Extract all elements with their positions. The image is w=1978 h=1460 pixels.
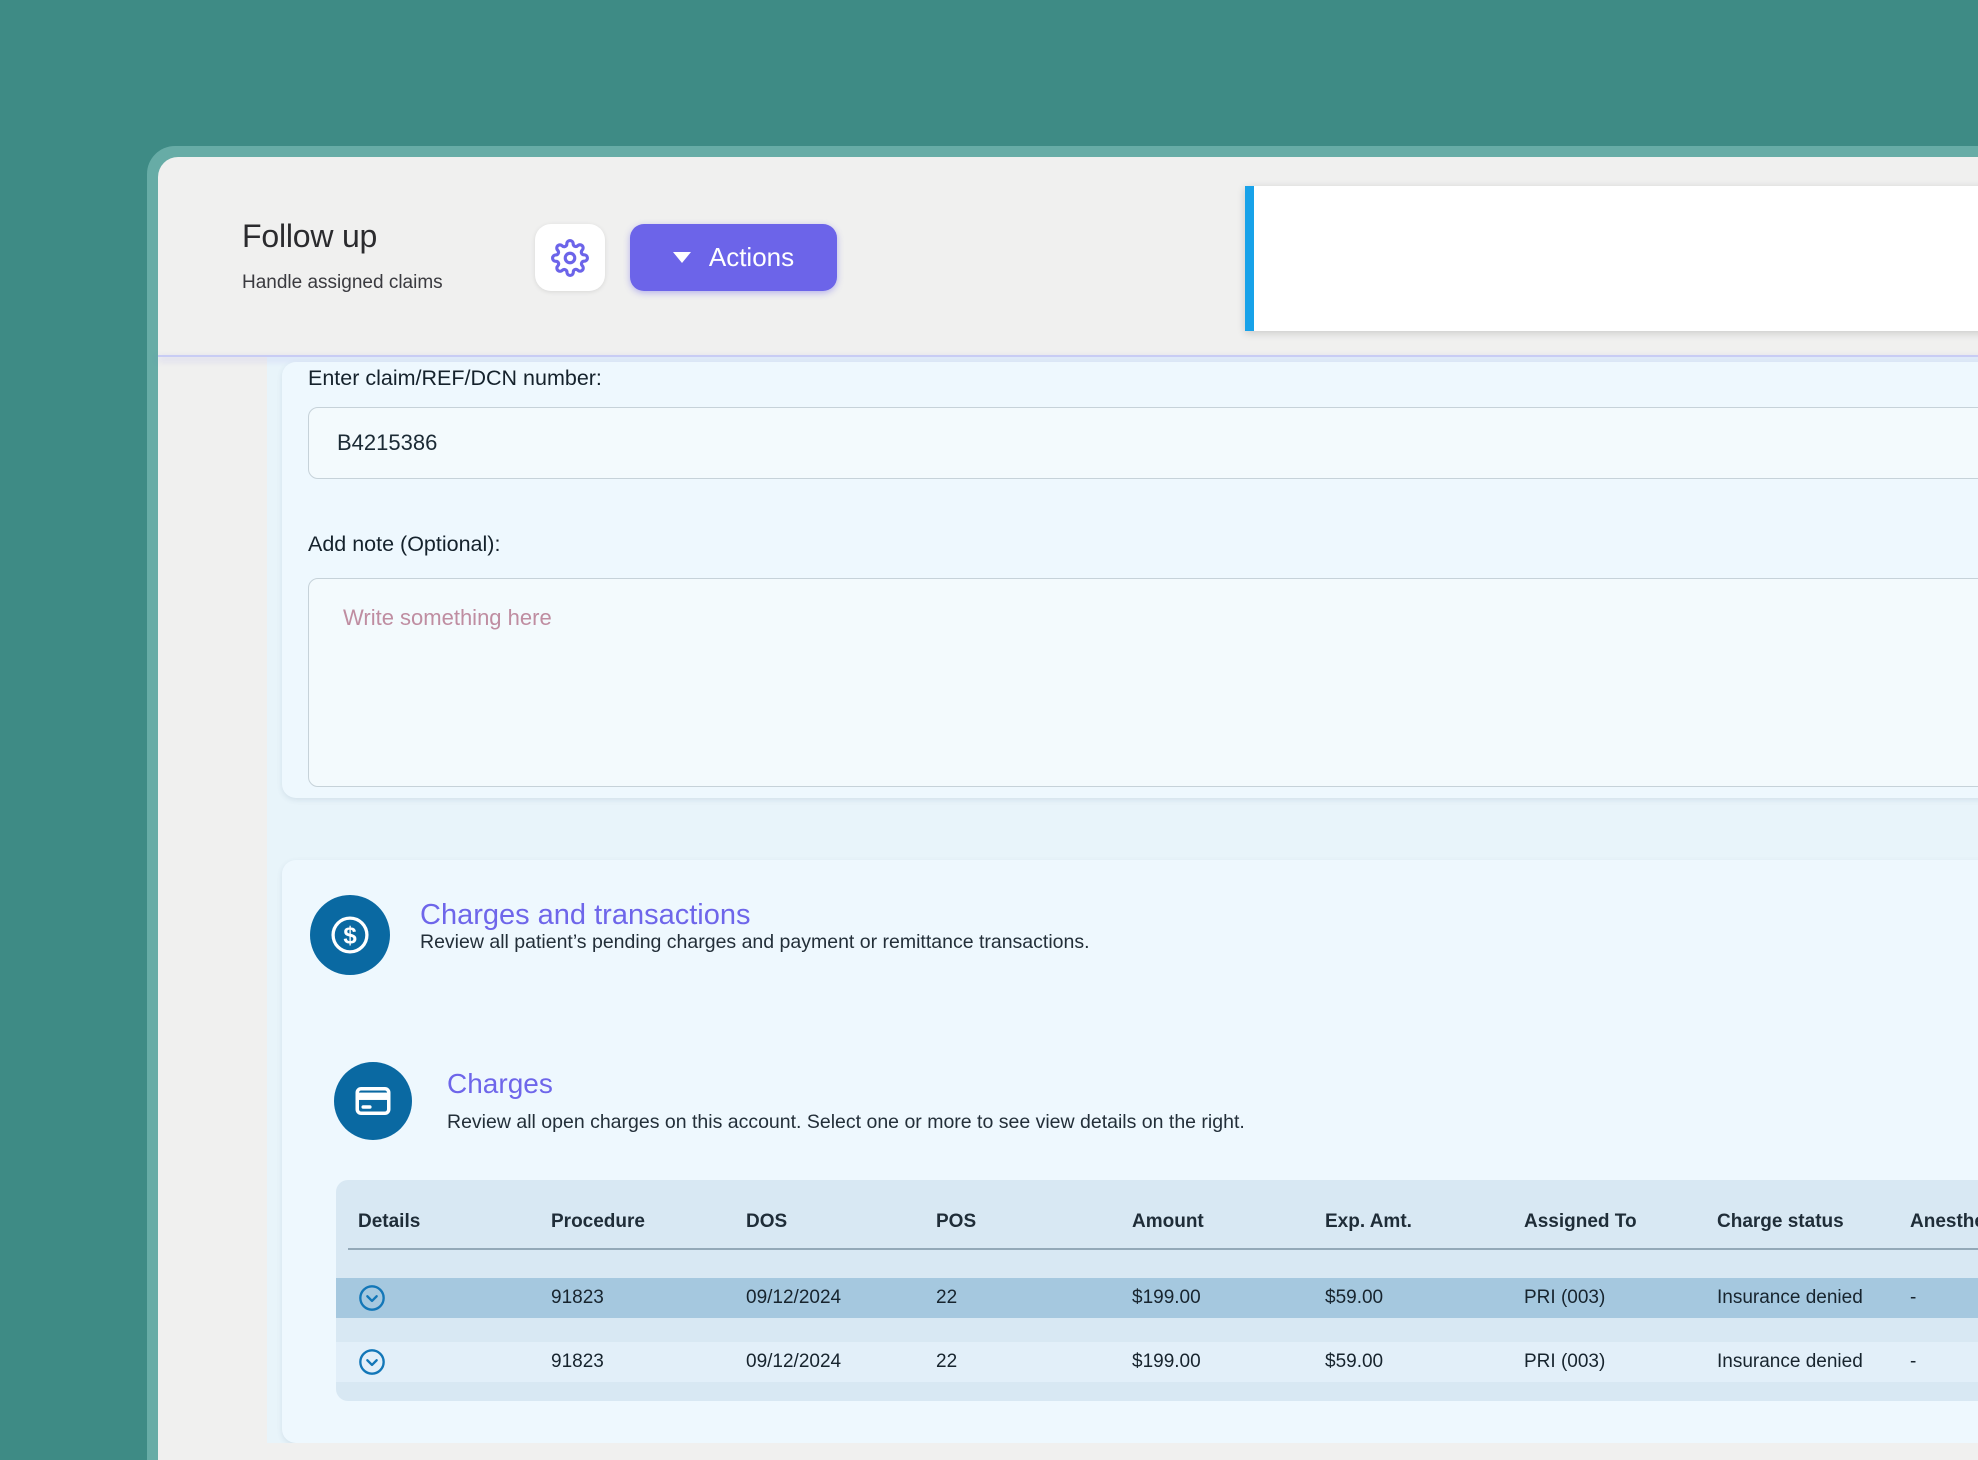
charges-transactions-title: Charges and transactions xyxy=(420,899,750,932)
caret-down-icon xyxy=(673,252,691,263)
table-row-selected[interactable]: 91823 09/12/2024 22 $199.00 $59.00 PRI (… xyxy=(336,1278,1978,1318)
patient-banner: UNI-214329385-013 MEDICAD-ILL PUBLIC AID… xyxy=(1245,186,1978,331)
charges-title: Charges xyxy=(447,1068,553,1100)
cell-amount: $199.00 xyxy=(1132,1342,1201,1382)
column-header-dos: DOS xyxy=(746,1204,787,1240)
cell-pos: 22 xyxy=(936,1278,957,1318)
page-subtitle: Handle assigned claims xyxy=(242,272,443,294)
chevron-down-circle-icon xyxy=(358,1284,386,1312)
page-title: Follow up xyxy=(242,218,377,255)
cell-procedure: 91823 xyxy=(551,1342,604,1382)
cell-anesthesia: - xyxy=(1910,1342,1916,1382)
bottom-band xyxy=(158,1443,1978,1460)
column-header-details: Details xyxy=(358,1204,420,1240)
dollar-circle-icon: $ xyxy=(310,895,390,975)
column-header-procedure: Procedure xyxy=(551,1204,645,1240)
patient-banner-accent xyxy=(1245,186,1254,331)
actions-button[interactable]: Actions xyxy=(630,224,837,291)
page-background: Follow up Handle assigned claims Actions… xyxy=(0,0,1978,1460)
column-header-charge-status: Charge status xyxy=(1717,1204,1844,1240)
row-expand-button[interactable] xyxy=(358,1348,386,1376)
cell-amount: $199.00 xyxy=(1132,1278,1201,1318)
gear-icon xyxy=(551,239,589,277)
cell-anesthesia: - xyxy=(1910,1278,1916,1318)
charges-subtitle: Review all open charges on this account.… xyxy=(447,1111,1245,1134)
table-row[interactable]: 91823 09/12/2024 22 $199.00 $59.00 PRI (… xyxy=(336,1342,1978,1382)
chevron-down-circle-icon xyxy=(358,1348,386,1376)
row-expand-button[interactable] xyxy=(358,1284,386,1312)
cell-charge-status: Insurance denied xyxy=(1717,1342,1863,1382)
column-header-exp-amt: Exp. Amt. xyxy=(1325,1204,1412,1240)
column-header-amount: Amount xyxy=(1132,1204,1204,1240)
cell-pos: 22 xyxy=(936,1342,957,1382)
column-header-pos: POS xyxy=(936,1204,976,1240)
cell-assigned-to: PRI (003) xyxy=(1524,1342,1605,1382)
cell-charge-status: Insurance denied xyxy=(1717,1278,1863,1318)
cell-dos: 09/12/2024 xyxy=(746,1342,841,1382)
cell-exp-amt: $59.00 xyxy=(1325,1342,1383,1382)
note-label: Add note (Optional): xyxy=(308,532,500,557)
cell-dos: 09/12/2024 xyxy=(746,1278,841,1318)
actions-button-label: Actions xyxy=(709,242,794,273)
claim-number-label: Enter claim/REF/DCN number: xyxy=(308,366,602,391)
column-header-anesthesia: Anesthesia xyxy=(1910,1204,1978,1240)
charges-transactions-subtitle: Review all patient’s pending charges and… xyxy=(420,931,1090,954)
settings-button[interactable] xyxy=(535,224,605,291)
content-divider xyxy=(158,355,1978,357)
table-header-divider xyxy=(348,1248,1978,1250)
cell-exp-amt: $59.00 xyxy=(1325,1278,1383,1318)
cell-procedure: 91823 xyxy=(551,1278,604,1318)
claim-number-input[interactable] xyxy=(308,407,1978,479)
note-textarea[interactable] xyxy=(308,578,1978,787)
column-header-assigned-to: Assigned To xyxy=(1524,1204,1637,1240)
credit-card-icon xyxy=(334,1062,412,1140)
cell-assigned-to: PRI (003) xyxy=(1524,1278,1605,1318)
svg-text:$: $ xyxy=(343,923,357,950)
